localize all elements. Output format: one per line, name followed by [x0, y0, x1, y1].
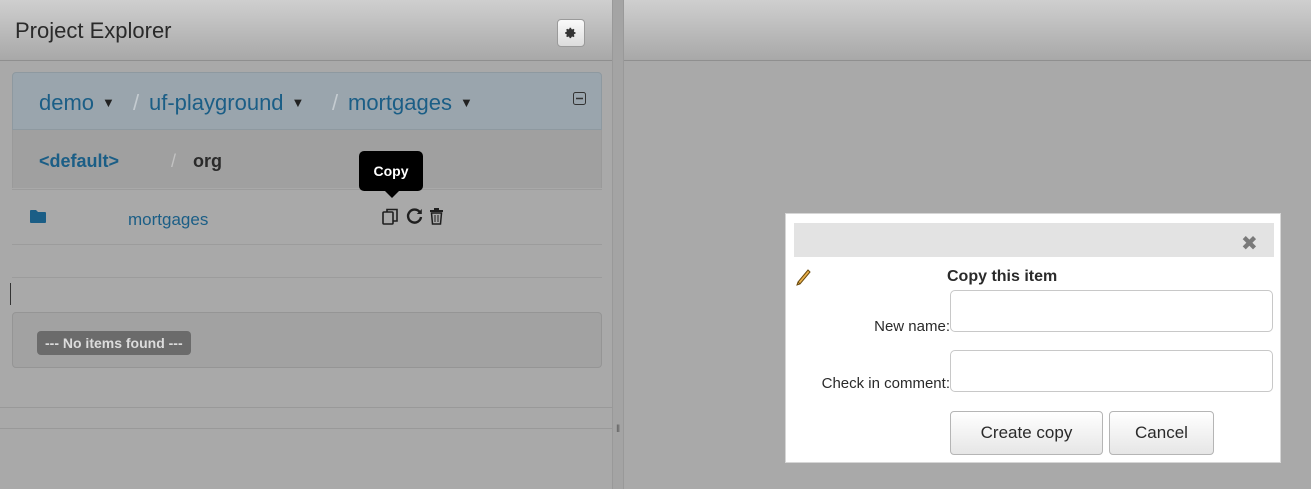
breadcrumb-project[interactable]: mortgages ▼: [348, 90, 473, 116]
copy-dialog: ✖ Copy this item New name: Check in comm…: [785, 213, 1281, 463]
grip-icon: ‖: [616, 424, 621, 435]
dialog-titlebar: [794, 223, 1274, 257]
new-name-input[interactable]: [950, 290, 1273, 332]
comment-label: Check in comment:: [821, 375, 950, 392]
settings-button[interactable]: [557, 19, 585, 47]
right-panel-header: [624, 0, 1311, 61]
no-items-badge: --- No items found ---: [37, 331, 191, 355]
path-separator: /: [171, 151, 177, 171]
dialog-title: Copy this item: [947, 268, 1058, 285]
cancel-button[interactable]: Cancel: [1109, 411, 1214, 455]
collapse-icon[interactable]: [573, 92, 586, 110]
create-copy-button[interactable]: Create copy: [950, 411, 1103, 455]
new-name-label: New name:: [874, 318, 950, 335]
package-path: <default> / org: [12, 130, 602, 188]
breadcrumb-separator: /: [332, 90, 339, 115]
breadcrumb-repository[interactable]: uf-playground ▼: [149, 90, 304, 116]
copy-tooltip: Copy: [359, 151, 423, 198]
explorer-title: Project Explorer: [15, 18, 172, 43]
project-explorer-panel: Project Explorer demo ▼ / uf-playground ▼ …: [0, 0, 612, 489]
check-in-comment-input[interactable]: [950, 350, 1273, 392]
folder-icon: [30, 210, 46, 223]
gear-icon: [565, 27, 576, 39]
copy-icon[interactable]: [380, 206, 400, 226]
panel-splitter[interactable]: ‖: [612, 0, 624, 489]
breadcrumb-separator: /: [133, 90, 140, 115]
text-cursor: [10, 283, 11, 305]
breadcrumb-organization[interactable]: demo ▼: [39, 90, 115, 116]
caret-down-icon: ▼: [102, 95, 115, 110]
app-window: Project Explorer demo ▼ / uf-playground ▼ …: [0, 0, 1311, 489]
item-name-link[interactable]: mortgages: [128, 210, 208, 230]
caret-down-icon: ▼: [291, 95, 305, 110]
path-branch-link[interactable]: <default>: [39, 151, 119, 172]
breadcrumb-label: uf-playground: [149, 90, 284, 115]
breadcrumb-label: demo: [39, 90, 95, 115]
close-icon[interactable]: ✖: [1241, 234, 1258, 254]
delete-icon[interactable]: [426, 206, 446, 226]
breadcrumb-label: mortgages: [348, 90, 452, 115]
caret-down-icon: ▼: [459, 95, 473, 110]
breadcrumb: demo ▼ / uf-playground ▼ / mortgages ▼: [12, 72, 602, 130]
empty-list-panel: --- No items found ---: [12, 312, 602, 368]
explorer-header: Project Explorer: [0, 0, 612, 61]
pencil-icon: [796, 269, 811, 286]
divider: [12, 277, 602, 278]
divider: [0, 407, 612, 408]
path-package: org: [193, 151, 222, 171]
list-item: mortgages: [12, 189, 602, 245]
divider: [0, 428, 612, 429]
rename-icon[interactable]: [404, 206, 424, 226]
